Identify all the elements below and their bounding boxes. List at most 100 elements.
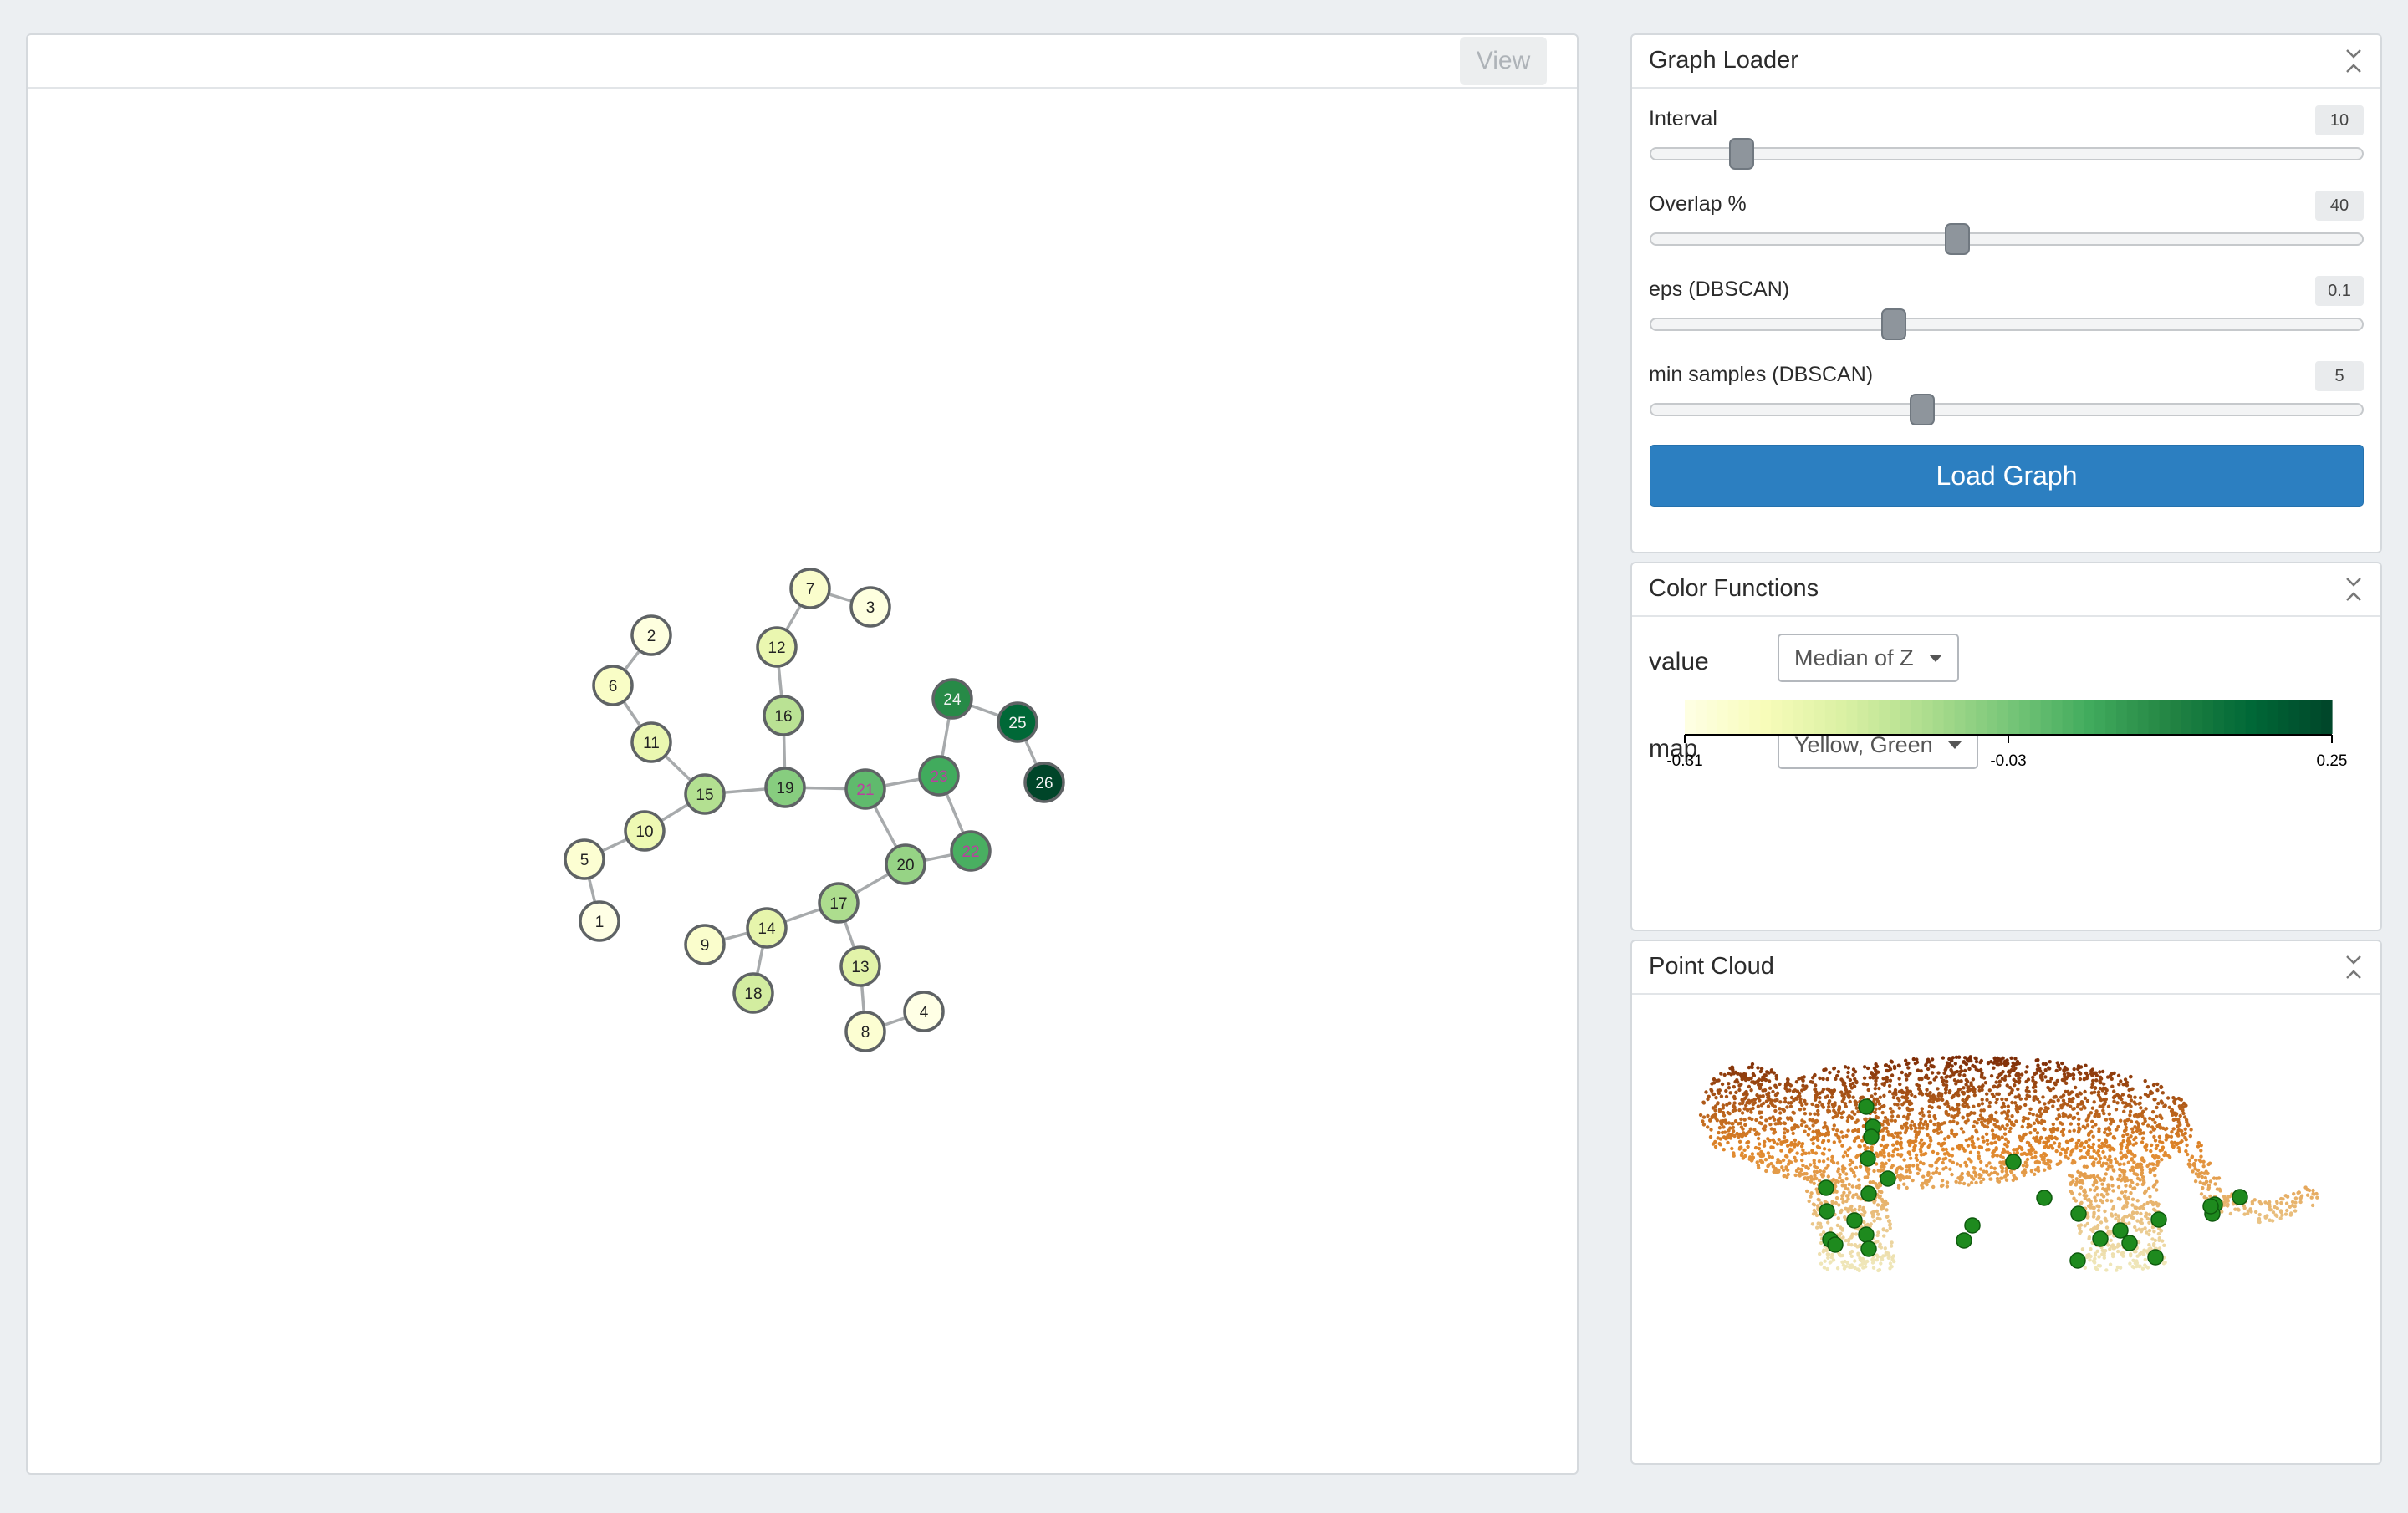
graph-node-10[interactable]: 10 — [624, 810, 666, 852]
cloud-point — [2064, 1154, 2068, 1159]
graph-node-11[interactable]: 11 — [630, 721, 672, 763]
graph-node-21[interactable]: 21 — [844, 768, 886, 810]
graph-node-24[interactable]: 24 — [931, 678, 973, 720]
min-samples-slider-handle[interactable] — [1909, 394, 1935, 425]
cloud-point — [1911, 1178, 1915, 1183]
cloud-point — [1974, 1128, 1978, 1133]
graph-node-9[interactable]: 9 — [684, 924, 726, 965]
cloud-point — [1792, 1111, 1796, 1115]
graph-node-22[interactable]: 22 — [950, 830, 992, 872]
cloud-point — [2228, 1211, 2233, 1216]
cloud-point — [1701, 1123, 1707, 1127]
min-samples-slider[interactable] — [1650, 394, 2364, 425]
graph-node-16[interactable]: 16 — [763, 695, 804, 736]
cloud-point — [2032, 1136, 2036, 1140]
cloud-point — [2189, 1128, 2193, 1132]
collapse-icon[interactable] — [2344, 951, 2364, 983]
cloud-point — [1802, 1075, 1806, 1079]
cloud-point — [1928, 1119, 1933, 1123]
cloud-node-marker — [2070, 1205, 2087, 1222]
load-graph-button[interactable]: Load Graph — [1650, 445, 2364, 507]
graph-node-20[interactable]: 20 — [885, 843, 926, 885]
cloud-point — [1898, 1165, 1902, 1169]
cloud-point — [1722, 1072, 1727, 1077]
cloud-point — [1880, 1256, 1884, 1260]
cloud-point — [1996, 1172, 2000, 1176]
value-dropdown[interactable]: Median of Z — [1778, 634, 1959, 682]
cloud-point — [2079, 1179, 2083, 1183]
cloud-point — [2078, 1192, 2082, 1196]
graph-node-3[interactable]: 3 — [849, 586, 891, 628]
cloud-point — [1856, 1244, 1860, 1249]
cloud-point — [1951, 1147, 1955, 1151]
cloud-point — [2111, 1095, 2116, 1100]
mapper-graph[interactable]: 1234567891011121314151617181920212223242… — [28, 89, 1577, 1473]
graph-node-13[interactable]: 13 — [839, 945, 881, 987]
cloud-point — [1743, 1072, 1747, 1077]
cloud-point — [1989, 1165, 1993, 1169]
cloud-point — [1835, 1223, 1840, 1228]
cloud-point — [1876, 1212, 1880, 1216]
graph-node-2[interactable]: 2 — [630, 614, 672, 656]
point-cloud-view[interactable] — [1632, 995, 2380, 1513]
collapse-icon[interactable] — [2344, 573, 2364, 605]
interval-slider-handle[interactable] — [1728, 138, 1754, 170]
cloud-point — [1844, 1172, 1849, 1176]
cloud-point — [1847, 1182, 1851, 1187]
view-button[interactable]: View — [1460, 37, 1547, 85]
cloud-point — [1906, 1164, 1911, 1169]
graph-node-12[interactable]: 12 — [756, 626, 798, 668]
eps-slider-handle[interactable] — [1880, 308, 1906, 340]
cloud-point — [2106, 1183, 2110, 1187]
graph-node-6[interactable]: 6 — [592, 665, 634, 706]
graph-node-26[interactable]: 26 — [1023, 762, 1065, 803]
graph-node-15[interactable]: 15 — [684, 773, 726, 815]
cloud-point — [2147, 1232, 2151, 1237]
cloud-point — [2097, 1154, 2101, 1158]
cloud-point — [1900, 1103, 1905, 1107]
graph-node-17[interactable]: 17 — [818, 882, 860, 924]
cloud-point — [1992, 1056, 1997, 1060]
color-scale-step — [2094, 700, 2106, 734]
graph-node-14[interactable]: 14 — [746, 907, 788, 949]
cloud-point — [2116, 1196, 2121, 1200]
cloud-point — [1882, 1150, 1886, 1154]
cloud-point — [1858, 1256, 1862, 1261]
collapse-icon[interactable] — [2344, 45, 2364, 77]
cloud-point — [1953, 1114, 1957, 1118]
cloud-point — [1904, 1128, 1908, 1133]
cloud-point — [2299, 1194, 2304, 1198]
overlap-slider[interactable] — [1650, 223, 2364, 255]
cloud-point — [1875, 1097, 1880, 1102]
cloud-node-marker — [1964, 1217, 1981, 1234]
overlap-slider-handle[interactable] — [1945, 223, 1971, 255]
interval-slider[interactable] — [1650, 138, 2364, 170]
cloud-point — [2018, 1145, 2023, 1150]
cloud-point — [1864, 1117, 1868, 1121]
graph-node-1[interactable]: 1 — [579, 900, 620, 942]
graph-node-18[interactable]: 18 — [732, 972, 774, 1014]
cloud-point — [1878, 1095, 1882, 1099]
cloud-point — [2056, 1107, 2060, 1112]
graph-node-7[interactable]: 7 — [789, 568, 831, 609]
graph-node-4[interactable]: 4 — [903, 991, 945, 1032]
eps-slider[interactable] — [1650, 308, 2364, 340]
cloud-point — [2122, 1195, 2127, 1199]
cloud-point — [1759, 1110, 1763, 1114]
cloud-point — [2162, 1153, 2166, 1158]
cloud-point — [2057, 1161, 2062, 1165]
cloud-point — [2125, 1200, 2130, 1205]
cloud-point — [2092, 1071, 2097, 1075]
cloud-point — [2069, 1153, 2073, 1157]
cloud-point — [2087, 1138, 2092, 1142]
graph-node-8[interactable]: 8 — [844, 1011, 886, 1052]
cloud-point — [1872, 1169, 1876, 1174]
graph-node-19[interactable]: 19 — [764, 767, 806, 808]
cloud-point — [1806, 1133, 1810, 1137]
cloud-point — [1897, 1077, 1901, 1081]
cloud-point — [1763, 1088, 1768, 1093]
cloud-point — [2202, 1171, 2206, 1175]
graph-node-23[interactable]: 23 — [918, 755, 960, 797]
graph-node-5[interactable]: 5 — [564, 838, 605, 880]
graph-node-25[interactable]: 25 — [997, 701, 1038, 743]
